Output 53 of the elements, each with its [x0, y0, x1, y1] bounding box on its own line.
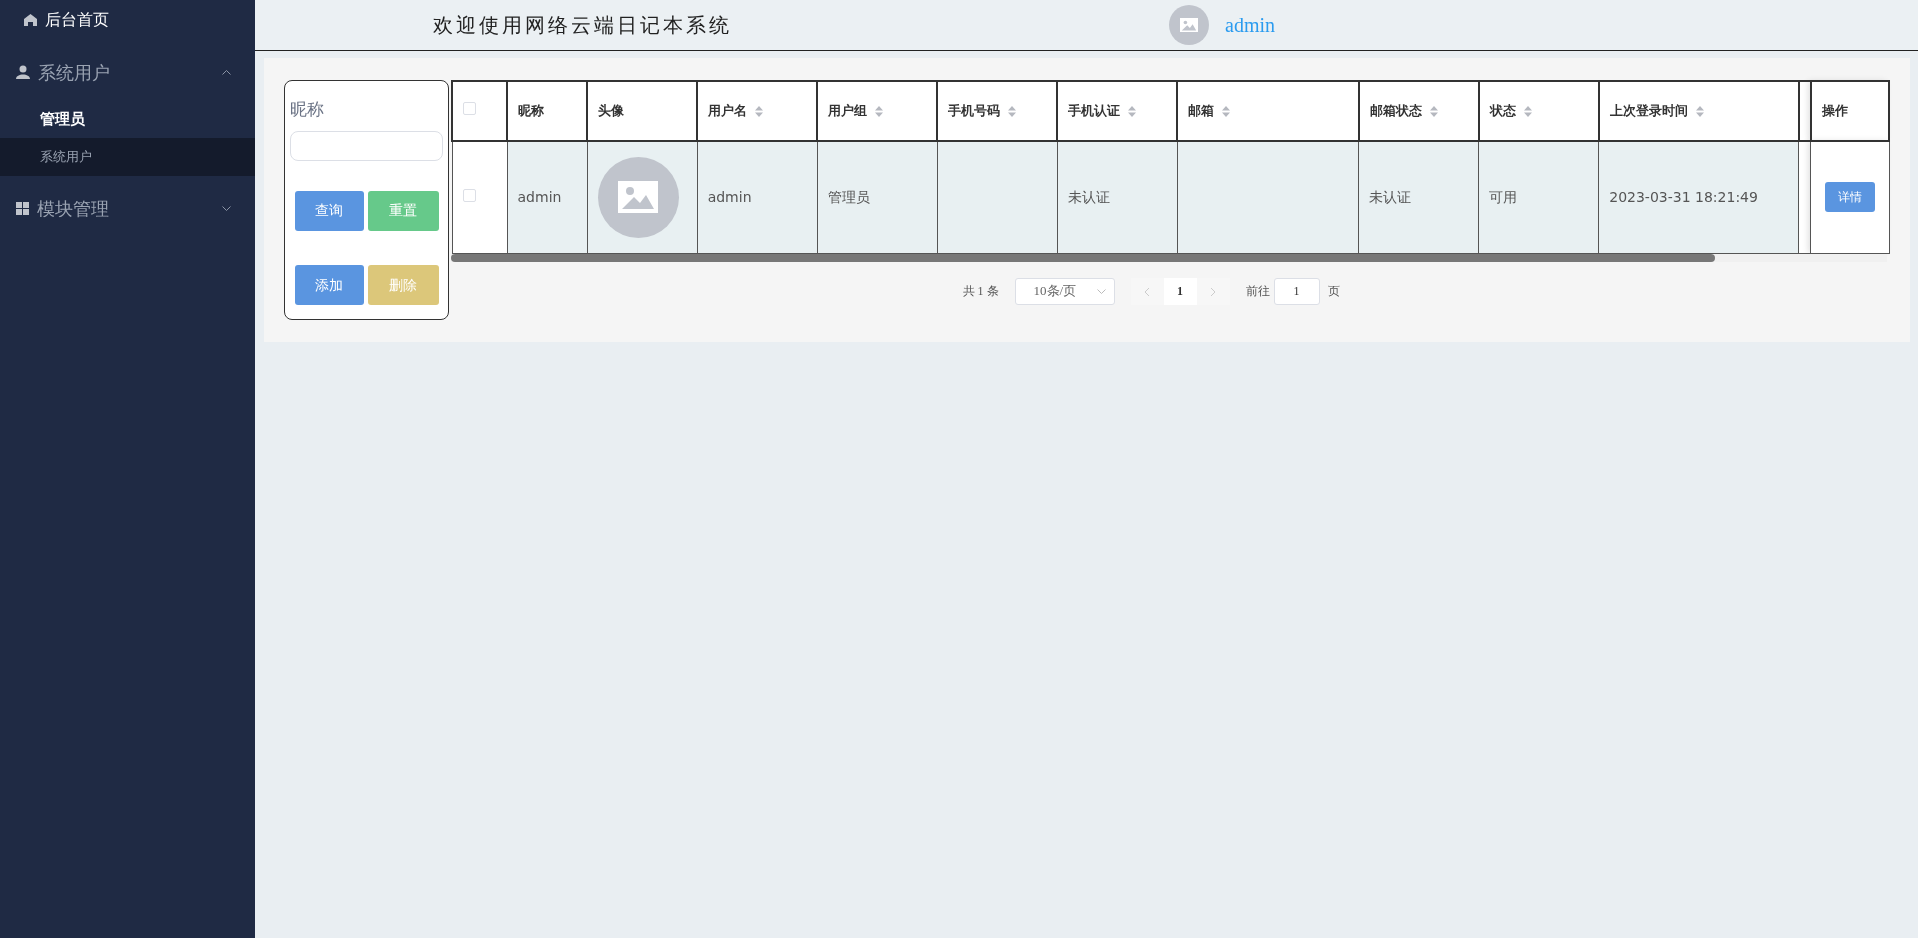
- column-header[interactable]: 上次登录时间: [1609, 101, 1688, 121]
- sidebar-subitem[interactable]: 管理员: [0, 100, 255, 138]
- table-cell: admin: [517, 188, 562, 205]
- sort-icon: [755, 105, 764, 117]
- column-header[interactable]: 邮箱: [1188, 101, 1215, 121]
- column-header[interactable]: 用户组: [828, 101, 868, 121]
- column-header[interactable]: 用户名: [708, 101, 748, 121]
- sort-icon: [1222, 105, 1231, 117]
- field-label: 昵称: [290, 98, 325, 121]
- select-all-checkbox[interactable]: [463, 102, 476, 116]
- column-header: 操作: [1821, 102, 1848, 121]
- goto-suffix: 页: [1327, 283, 1340, 300]
- sidebar-subitem[interactable]: 系统用户: [0, 138, 255, 176]
- table-cell: 2023-03-31 18:21:49: [1609, 188, 1758, 205]
- total-count: 共 1 条: [962, 283, 999, 300]
- sort-icon: [1695, 105, 1704, 117]
- page-size-select[interactable]: 10条/页: [1014, 277, 1115, 305]
- home-icon: [24, 14, 37, 26]
- table-cell: 未认证: [1067, 188, 1110, 205]
- table-cell: 管理员: [827, 188, 870, 205]
- row-checkbox[interactable]: [462, 188, 476, 202]
- sidebar-group[interactable]: 系统用户: [0, 44, 255, 100]
- sidebar-group[interactable]: 模块管理: [0, 180, 255, 236]
- image-icon: [1180, 17, 1198, 33]
- column-header[interactable]: 邮箱状态: [1369, 101, 1422, 121]
- image-icon: [618, 181, 659, 214]
- column-header[interactable]: 手机认证: [1068, 101, 1121, 121]
- chevron-icon: [222, 205, 231, 211]
- table-cell: 未认证: [1369, 188, 1412, 205]
- horizontal-scrollbar[interactable]: [451, 253, 1887, 262]
- chevron-right-icon: [1210, 287, 1216, 298]
- page-title: 欢迎使用网络云端日记本系统: [433, 13, 732, 38]
- sidebar-item[interactable]: 后台首页: [0, 0, 255, 40]
- column-header[interactable]: 手机号码: [948, 101, 1001, 121]
- column-header: 头像: [598, 102, 625, 121]
- page-button[interactable]: 1: [1163, 277, 1197, 305]
- sort-icon: [1008, 105, 1017, 117]
- sort-icon: [1429, 105, 1438, 117]
- sort-icon: [1523, 105, 1532, 117]
- goto-label: 前往: [1245, 283, 1270, 300]
- sort-icon: [1128, 105, 1137, 117]
- grid-icon: [16, 201, 29, 215]
- caret-icon: [1096, 288, 1106, 294]
- sort-icon: [875, 105, 884, 117]
- nickname-input[interactable]: [290, 130, 443, 161]
- table-cell: 可用: [1489, 188, 1518, 205]
- column-header[interactable]: 状态: [1489, 101, 1516, 121]
- column-header: 昵称: [518, 102, 545, 121]
- chevron-icon: [222, 69, 231, 75]
- user-icon: [16, 65, 30, 79]
- goto-page-input[interactable]: 1: [1273, 277, 1320, 305]
- chevron-left-icon: [1144, 287, 1150, 298]
- table-cell: admin: [707, 188, 752, 205]
